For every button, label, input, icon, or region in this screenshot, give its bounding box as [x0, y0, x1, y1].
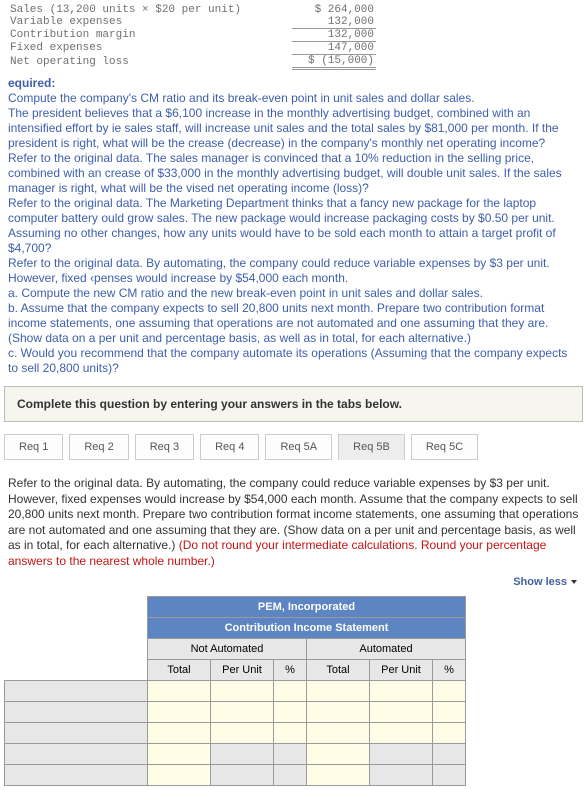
tab-req5b[interactable]: Req 5B	[338, 434, 405, 460]
show-less-toggle[interactable]: Show less	[0, 572, 587, 592]
tab-req4[interactable]: Req 4	[200, 434, 259, 460]
tabs-row: Req 1 Req 2 Req 3 Req 4 Req 5A Req 5B Re…	[0, 426, 587, 468]
statement-title: Contribution Income Statement	[148, 617, 466, 638]
tab-req3[interactable]: Req 3	[135, 434, 194, 460]
tab-req5a[interactable]: Req 5A	[265, 434, 332, 460]
answer-table: PEM, Incorporated Contribution Income St…	[0, 592, 587, 790]
instruction-bar: Complete this question by entering your …	[4, 386, 583, 422]
income-summary: Sales (13,200 units × $20 per unit) $ 26…	[0, 0, 587, 74]
row-label-input[interactable]	[5, 764, 148, 785]
row-label-input[interactable]	[5, 701, 148, 722]
tab-req2[interactable]: Req 2	[69, 434, 128, 460]
group-not-automated: Not Automated	[148, 638, 307, 659]
tab-instructions: Refer to the original data. By automatin…	[0, 468, 587, 572]
row-label-input[interactable]	[5, 743, 148, 764]
question-prose: equired: Compute the company's CM ratio …	[0, 74, 587, 378]
input-cell[interactable]	[148, 680, 211, 701]
row-label-input[interactable]	[5, 722, 148, 743]
chevron-up-icon	[567, 576, 577, 588]
tab-req5c[interactable]: Req 5C	[411, 434, 478, 460]
group-automated: Automated	[307, 638, 466, 659]
company-name: PEM, Incorporated	[148, 596, 466, 617]
row-label-input[interactable]	[5, 680, 148, 701]
row-value: $ 264,000	[292, 4, 376, 16]
required-heading: equired:	[8, 76, 579, 91]
tab-req1[interactable]: Req 1	[4, 434, 63, 460]
row-label: Sales (13,200 units × $20 per unit)	[8, 4, 292, 16]
